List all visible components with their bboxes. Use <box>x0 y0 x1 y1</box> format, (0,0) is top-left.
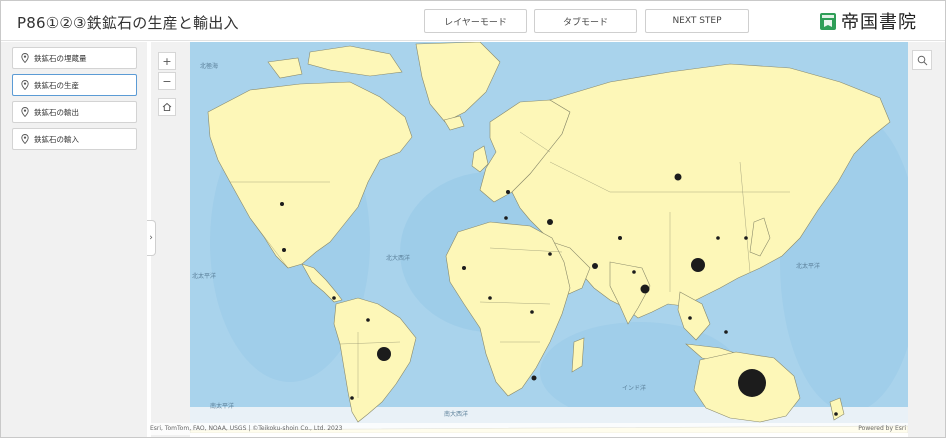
brand-logo: 帝国書院 <box>819 8 917 34</box>
map-search-button[interactable] <box>912 50 932 70</box>
map-right-toolbar <box>908 42 945 437</box>
map-pin-icon <box>21 80 29 90</box>
layer-mode-button[interactable]: レイヤーモード <box>424 9 527 33</box>
map-pin-icon <box>21 53 29 63</box>
production-dot-mexico <box>332 296 336 300</box>
production-dot-brazil <box>377 347 391 361</box>
ocean-label-indian: インド洋 <box>622 384 646 392</box>
production-dot-cameroon <box>530 310 534 314</box>
world-map[interactable]: 北極海 北大西洋 北太平洋 北太平洋 インド洋 南大西洋 南太平洋 <box>190 42 908 433</box>
layer-item-label: 鉄鉱石の埋蔵量 <box>34 53 87 63</box>
production-dot-mongolia <box>716 236 720 240</box>
layer-item-production[interactable]: 鉄鉱石の生産 <box>12 74 137 96</box>
production-dot-iran <box>592 263 598 269</box>
brand-name: 帝国書院 <box>841 12 917 33</box>
home-button[interactable] <box>158 98 176 116</box>
production-dot-philippines <box>724 330 728 334</box>
production-dot-kazakhstan <box>618 236 622 240</box>
production-dot-sweden <box>506 190 510 194</box>
layer-item-label: 鉄鉱石の輸入 <box>34 134 79 144</box>
production-dot-australia <box>738 369 766 397</box>
production-dot-korea <box>744 236 748 240</box>
map-toolbar: + − <box>151 42 190 437</box>
ocean-label-pacific-right: 北太平洋 <box>796 262 820 270</box>
ocean-label-s-pacific: 南太平洋 <box>210 402 234 410</box>
layer-item-label: 鉄鉱石の生産 <box>34 80 79 90</box>
ocean-label-pacific-left: 北太平洋 <box>192 272 216 280</box>
powered-by-esri[interactable]: Powered by Esri <box>858 423 906 435</box>
tab-mode-button[interactable]: タブモード <box>534 9 637 33</box>
zoom-out-button[interactable]: − <box>158 72 176 90</box>
next-step-button[interactable]: NEXT STEP <box>645 9 749 33</box>
map-attribution: Esri, TomTom, FAO, NOAA, USGS | ©Teikoku… <box>148 423 908 435</box>
layer-sidebar: 鉄鉱石の埋蔵量 鉄鉱石の生産 鉄鉱石の輸出 鉄鉱石の輸入 <box>1 42 147 437</box>
ocean-label-arctic: 北極海 <box>200 62 218 70</box>
ocean-label-n-atlantic: 北大西洋 <box>386 254 410 262</box>
app-header: P86①②③鉄鉱石の生産と輸出入 レイヤーモード タブモード NEXT STEP… <box>1 1 945 41</box>
production-dot-pakistan <box>632 270 636 274</box>
search-icon <box>917 55 927 65</box>
page-title: P86①②③鉄鉱石の生産と輸出入 <box>17 14 239 32</box>
production-dot-china <box>691 258 705 272</box>
production-dot-south-africa <box>531 375 537 381</box>
production-dot-venezuela <box>366 318 370 322</box>
production-dot-russia <box>674 173 682 181</box>
layer-item-reserves[interactable]: 鉄鉱石の埋蔵量 <box>12 47 137 69</box>
attribution-text: Esri, TomTom, FAO, NOAA, USGS | ©Teikoku… <box>150 425 343 432</box>
map-canvas: 北極海 北大西洋 北太平洋 北太平洋 インド洋 南大西洋 南太平洋 <box>190 42 908 433</box>
production-dot-ukraine <box>547 219 553 225</box>
production-dot-new-zealand <box>834 412 838 416</box>
sidebar-collapse-button[interactable]: › <box>147 220 156 256</box>
map-pin-icon <box>21 107 29 117</box>
production-dot-austria <box>504 216 508 220</box>
production-dot-canada <box>280 202 284 206</box>
production-dot-vietnam <box>688 316 692 320</box>
zoom-in-button[interactable]: + <box>158 52 176 70</box>
layer-item-label: 鉄鉱石の輸出 <box>34 107 79 117</box>
production-dot-india <box>640 284 650 294</box>
ocean-label-s-atlantic: 南大西洋 <box>444 410 468 418</box>
production-dot-usa <box>282 248 286 252</box>
production-dot-liberia <box>488 296 492 300</box>
layer-item-imports[interactable]: 鉄鉱石の輸入 <box>12 128 137 150</box>
layer-item-exports[interactable]: 鉄鉱石の輸出 <box>12 101 137 123</box>
production-dot-mauritania <box>462 266 466 270</box>
book-logo-icon <box>820 13 836 30</box>
production-dot-chile <box>350 396 354 400</box>
map-pin-icon <box>21 134 29 144</box>
production-dot-turkey <box>548 252 552 256</box>
home-icon <box>162 102 172 112</box>
